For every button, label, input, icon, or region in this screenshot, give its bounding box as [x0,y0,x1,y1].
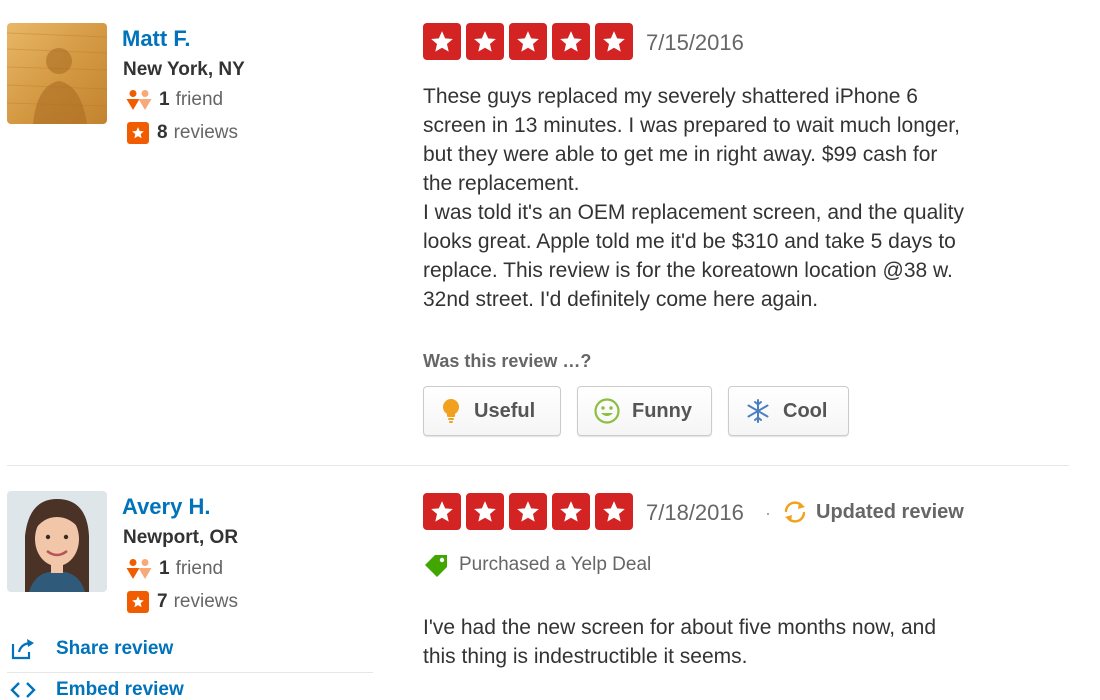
refresh-icon [784,501,806,523]
user-avatar[interactable] [7,23,107,124]
vote-prompt: Was this review …? [423,351,592,371]
updated-review-label: Updated review [816,500,964,523]
updated-review-link[interactable]: Updated review [782,500,964,524]
yelp-deal-badge: Purchased a Yelp Deal [423,553,651,577]
star-icon [595,493,633,530]
star-icon [509,493,547,530]
review-item: Matt F. New York, NY 1 friend 8 reviews … [0,0,1100,466]
friend-count-value: 1 [159,558,170,579]
star-icon [423,23,461,60]
review-date: 7/15/2016 [646,30,744,55]
review-divider [7,465,1069,466]
side-action-divider [7,672,373,673]
funny-button[interactable]: Funny [577,386,712,436]
useful-label: Useful [474,399,536,422]
review-count-value: 7 [157,591,168,612]
review-text: These guys replaced my severely shattere… [423,85,964,311]
star-icon [466,23,504,60]
embed-review-label: Embed review [56,679,184,700]
star-rating [423,23,633,60]
user-name[interactable]: Matt F. [122,26,190,52]
review-count-label: reviews [173,122,238,143]
friend-count-value: 1 [159,89,170,110]
friend-count-label: friend [175,89,224,110]
smiley-icon [594,398,620,424]
snowflake-icon [747,399,769,423]
review-count: 7 reviews [125,590,238,614]
star-icon [127,591,149,613]
friends-icon [126,559,152,579]
user-location: Newport, OR [123,527,239,548]
review-count-value: 8 [157,122,168,143]
review-text: I've had the new screen for about five m… [423,616,936,668]
user-name[interactable]: Avery H. [122,494,210,520]
star-icon [552,23,590,60]
friend-count-label: friend [175,558,224,579]
share-review-link[interactable]: Share review [10,637,173,661]
deal-label: Purchased a Yelp Deal [459,554,652,575]
user-avatar[interactable] [7,491,107,592]
embed-review-link[interactable]: Embed review [10,679,184,700]
star-icon [509,23,547,60]
friend-count: 1 friend [125,557,223,581]
star-icon [423,493,461,530]
star-icon [595,23,633,60]
vote-buttons: Useful Funny Cool [423,386,849,436]
friends-icon [126,90,152,110]
review-date: 7/18/2016 [646,500,744,525]
funny-label: Funny [632,399,692,422]
star-rating [423,493,633,530]
code-icon [10,682,36,698]
star-icon [552,493,590,530]
star-icon [127,122,149,144]
user-location: New York, NY [123,59,245,80]
tag-icon [425,555,447,577]
cool-button[interactable]: Cool [728,386,849,436]
lightbulb-icon [443,399,459,423]
cool-label: Cool [783,399,828,422]
separator-dot: · [765,503,771,523]
friend-count: 1 friend [125,88,223,112]
share-icon [11,639,34,660]
review-count-label: reviews [173,591,238,612]
useful-button[interactable]: Useful [423,386,561,436]
review-item: Avery H. Newport, OR 1 friend 7 reviews … [0,467,1100,700]
share-review-label: Share review [56,638,174,659]
review-count: 8 reviews [125,121,238,145]
star-icon [466,493,504,530]
